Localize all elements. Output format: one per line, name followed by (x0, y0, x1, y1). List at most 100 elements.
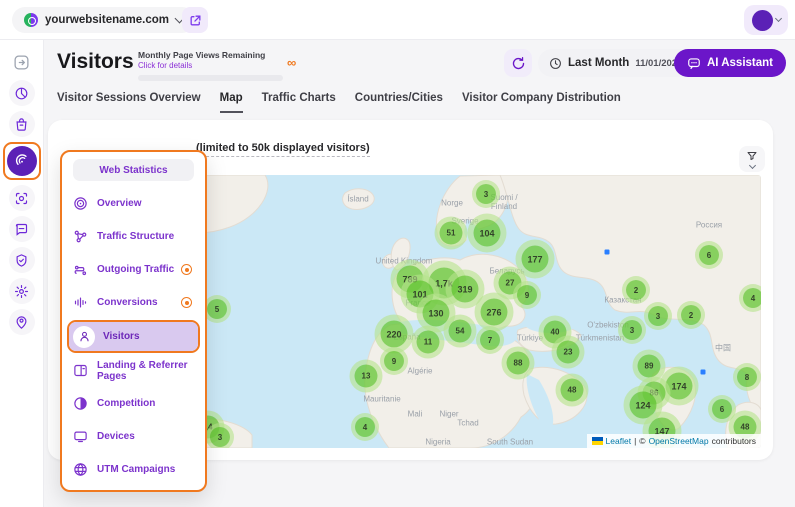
topbar: yourwebsitename.com (0, 0, 795, 40)
map-cluster[interactable]: 6 (699, 245, 719, 265)
quota-infinity-badge: ∞ (287, 55, 296, 70)
highlight-badge-icon (181, 264, 192, 275)
scan-target-icon[interactable] (9, 185, 35, 211)
menu-item-label: Devices (97, 431, 135, 442)
map-cluster[interactable]: 9 (384, 351, 404, 371)
map-cluster[interactable]: 48 (561, 379, 584, 402)
visitor-dot[interactable] (701, 370, 706, 375)
clock-icon (549, 57, 562, 70)
expand-panel-icon[interactable] (9, 49, 35, 75)
tab-visitor-company-distribution[interactable]: Visitor Company Distribution (462, 92, 621, 113)
map-cluster[interactable]: 11 (417, 331, 440, 354)
map-cluster[interactable]: 88 (507, 352, 530, 375)
avatar (752, 10, 773, 31)
settings-gear-icon[interactable] (9, 278, 35, 304)
account-menu[interactable] (744, 5, 788, 35)
map-cluster[interactable]: 40 (544, 321, 567, 344)
tab-countries-cities[interactable]: Countries/Cities (355, 92, 443, 113)
menu-item-conversions[interactable]: Conversions (67, 286, 200, 319)
map-cluster[interactable]: 6 (712, 399, 732, 419)
visitors-icon (73, 326, 95, 348)
map-cluster[interactable]: 89 (638, 355, 661, 378)
map-cluster[interactable]: 3 (648, 306, 668, 326)
menu-item-outgoing-traffic[interactable]: Outgoing Traffic (67, 253, 200, 286)
map-cluster[interactable]: 8 (737, 367, 757, 387)
shopping-bag-icon[interactable] (9, 111, 35, 137)
open-site-button[interactable] (182, 7, 208, 33)
visitor-dot[interactable] (605, 250, 610, 255)
pie-chart-icon[interactable] (9, 80, 35, 106)
menu-item-traffic-structure[interactable]: Traffic Structure (67, 220, 200, 253)
map-attribution: Leaflet | © OpenStreetMap contributors (587, 434, 761, 448)
visitors-highlight-box: Visitors (67, 320, 200, 353)
filter-button[interactable] (739, 146, 765, 172)
ai-assistant-label: AI Assistant (707, 57, 773, 69)
map-cluster[interactable]: 104 (474, 220, 501, 247)
overview-icon (73, 196, 88, 211)
map-cluster[interactable]: 3 (622, 320, 642, 340)
map-cluster[interactable]: 4 (355, 417, 375, 437)
traffic-structure-icon (73, 229, 88, 244)
chat-icon[interactable] (9, 216, 35, 242)
menu-header: Web Statistics (73, 159, 194, 181)
quota-progress-bar (138, 75, 283, 81)
map-cluster[interactable]: 9 (517, 285, 537, 305)
menu-item-utm-campaigns[interactable]: UTM Campaigns (67, 453, 200, 486)
menu-item-label: Competition (97, 398, 155, 409)
map-cluster[interactable]: 5 (207, 299, 227, 319)
map-cluster[interactable]: 177 (522, 246, 549, 273)
site-selector[interactable]: yourwebsitename.com (12, 7, 195, 33)
tab-visitor-sessions-overview[interactable]: Visitor Sessions Overview (57, 92, 201, 113)
ai-assistant-button[interactable]: AI Assistant (674, 49, 786, 77)
map-cluster[interactable]: 54 (449, 320, 472, 343)
conversions-icon (73, 295, 88, 310)
web-statistics-icon[interactable] (7, 146, 37, 176)
refresh-button[interactable] (504, 49, 532, 77)
devices-icon (73, 429, 88, 444)
active-item-highlight (3, 142, 41, 180)
menu-item-visitors[interactable]: Visitors (69, 322, 198, 351)
chevron-down-icon (774, 15, 781, 22)
menu-item-devices[interactable]: Devices (67, 420, 200, 453)
menu-item-label: UTM Campaigns (97, 464, 175, 475)
menu-item-competition[interactable]: Competition (67, 387, 200, 420)
menu-item-label: Traffic Structure (97, 231, 174, 242)
funnel-icon (746, 150, 758, 162)
map-cluster[interactable]: 23 (557, 341, 580, 364)
menu-item-label: Conversions (97, 297, 158, 308)
map-cluster[interactable]: 130 (423, 300, 450, 327)
map-cluster[interactable]: 2 (626, 280, 646, 300)
openstreetmap-link[interactable]: OpenStreetMap (649, 436, 709, 446)
quota-details-link[interactable]: Click for details (138, 61, 298, 70)
menu-item-overview[interactable]: Overview (67, 187, 200, 220)
map-cluster[interactable]: 51 (440, 222, 463, 245)
menu-item-label: Visitors (103, 331, 140, 342)
menu-item-label: Overview (97, 198, 141, 209)
site-logo-icon (24, 13, 38, 27)
competition-icon (73, 396, 88, 411)
map-cluster[interactable]: 276 (481, 299, 508, 326)
map-cluster[interactable]: 13 (355, 365, 378, 388)
attribution-separator: | (634, 436, 636, 446)
map-cluster[interactable]: 3 (476, 184, 496, 204)
map-cluster[interactable]: 174 (666, 373, 693, 400)
user-location-icon[interactable] (9, 309, 35, 335)
map-cluster[interactable]: 124 (630, 392, 657, 419)
attribution-suffix: contributors (712, 436, 756, 446)
utm-campaigns-icon (73, 462, 88, 477)
tab-map[interactable]: Map (220, 92, 243, 113)
quota-block: Monthly Page Views Remaining Click for d… (138, 50, 298, 81)
map-cluster[interactable]: 319 (452, 276, 479, 303)
menu-item-label: Landing & Referrer Pages (97, 360, 194, 382)
menu-item-landing-referrer-pages[interactable]: Landing & Referrer Pages (67, 354, 200, 387)
tab-traffic-charts[interactable]: Traffic Charts (262, 92, 336, 113)
site-name: yourwebsitename.com (45, 14, 169, 26)
map-cluster[interactable]: 2 (681, 305, 701, 325)
leaflet-link[interactable]: Leaflet (606, 436, 632, 446)
map-cluster[interactable]: 7 (480, 330, 500, 350)
map-cluster[interactable]: 220 (381, 321, 408, 348)
shield-check-icon[interactable] (9, 247, 35, 273)
menu-item-label: Outgoing Traffic (97, 264, 174, 275)
map-cluster[interactable]: 3 (210, 427, 230, 447)
map-cluster[interactable]: 4 (743, 288, 761, 308)
